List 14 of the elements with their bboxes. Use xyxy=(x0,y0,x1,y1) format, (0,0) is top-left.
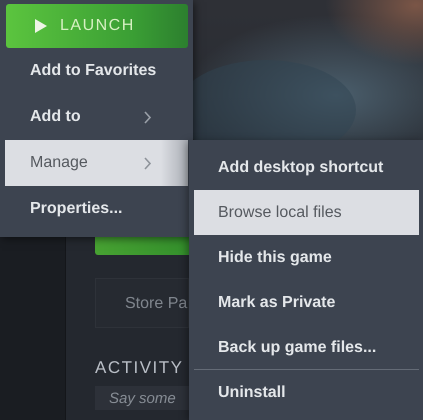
comment-field[interactable]: Say some xyxy=(95,386,189,410)
activity-heading: ACTIVITY xyxy=(95,358,184,378)
menu-item[interactable]: Add to xyxy=(5,94,188,140)
play-icon xyxy=(34,18,48,34)
menu-item[interactable]: Manage xyxy=(5,140,188,186)
menu-item[interactable]: Mark as Private xyxy=(194,280,419,325)
store-page-button[interactable]: Store Pa xyxy=(95,278,189,328)
menu-item[interactable]: Back up game files... xyxy=(194,325,419,370)
menu-item[interactable]: Properties... xyxy=(5,186,188,232)
menu-item[interactable]: Add desktop shortcut xyxy=(194,145,419,190)
menu-item[interactable]: Add to Favorites xyxy=(5,48,188,94)
menu-item[interactable]: Uninstall xyxy=(194,370,419,415)
menu-item[interactable]: Hide this game xyxy=(194,235,419,280)
menu-item[interactable]: Browse local files xyxy=(194,190,419,235)
